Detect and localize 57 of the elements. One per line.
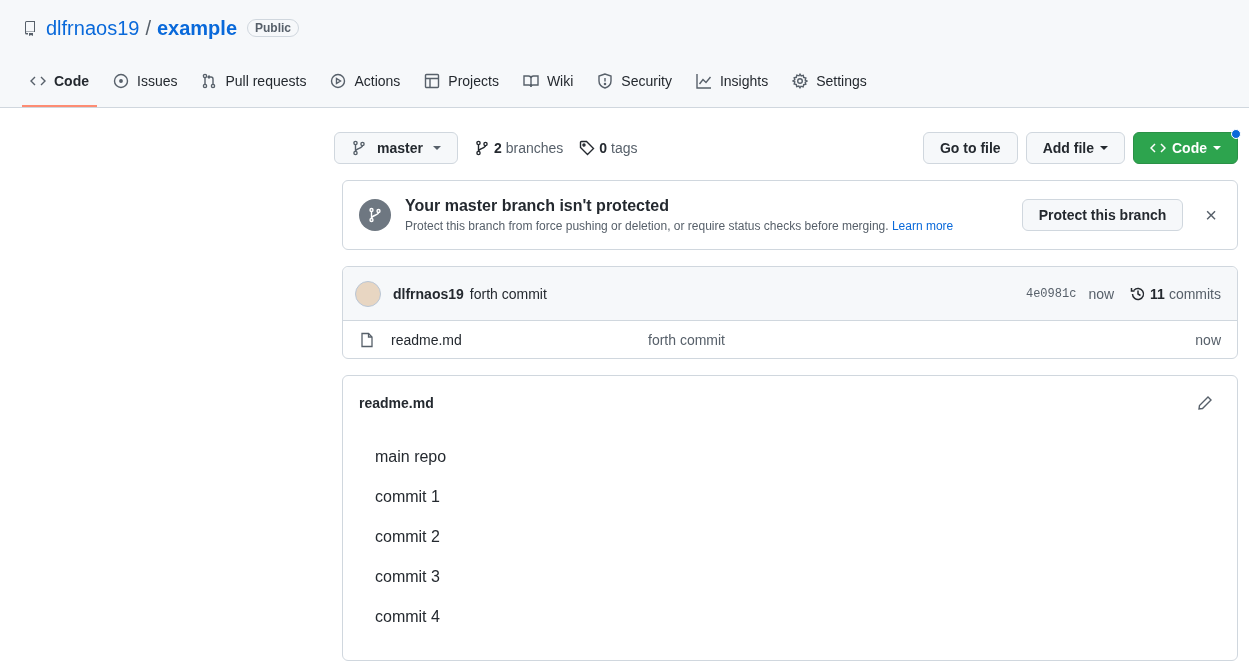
file-commit-message[interactable]: forth commit: [648, 331, 1196, 348]
nav-tab[interactable]: Projects: [416, 56, 507, 107]
avatar: [355, 280, 381, 307]
branch-icon: [351, 140, 367, 156]
branches-link[interactable]: 2 branches: [473, 140, 564, 156]
commit-message[interactable]: forth commit: [469, 285, 547, 302]
nav-tab[interactable]: Wiki: [514, 56, 582, 107]
play-icon: [330, 72, 347, 89]
protect-branch-button[interactable]: Protect this branch: [1021, 199, 1184, 231]
file-name-link[interactable]: readme.md: [391, 331, 648, 348]
caret-icon: [1100, 146, 1108, 150]
readme-paragraph: commit 4: [375, 607, 441, 627]
nav-tab[interactable]: Code: [22, 56, 97, 107]
repo-name-link[interactable]: example: [156, 16, 238, 40]
branch-select-button[interactable]: master: [334, 132, 458, 164]
readme-title: readme.md: [359, 395, 434, 411]
file-time: now: [1195, 331, 1221, 348]
nav-tab[interactable]: Actions: [322, 56, 409, 107]
circle-dot-icon: [113, 72, 129, 89]
notice-title: Your master branch isn't protected: [405, 197, 670, 215]
caret-icon: [432, 146, 441, 150]
readme-paragraph: commit 3: [375, 567, 441, 587]
graph-icon: [695, 72, 712, 89]
nav-tab[interactable]: Settings: [784, 56, 875, 107]
nav-tab[interactable]: Pull requests: [193, 56, 315, 107]
book-icon: [522, 72, 539, 89]
shield-icon: [597, 72, 614, 89]
repo-icon: [22, 20, 38, 36]
add-file-button[interactable]: Add file: [1025, 132, 1125, 164]
commit-time: now: [1088, 285, 1115, 302]
caret-icon: [1213, 146, 1221, 150]
nav-tab[interactable]: Security: [589, 56, 680, 107]
history-icon: [1130, 285, 1147, 302]
owner-link[interactable]: dlfrnaos19: [46, 16, 140, 40]
commit-sha[interactable]: 4e0981c: [1025, 286, 1077, 301]
readme-paragraph: commit 2: [375, 527, 441, 547]
branch-icon: [473, 140, 490, 156]
path-separator: /: [145, 16, 151, 40]
readme-paragraph: main repo: [375, 447, 448, 467]
commits-link[interactable]: 11 commits: [1130, 285, 1221, 302]
file-icon: [359, 331, 375, 348]
learn-more-link[interactable]: Learn more: [891, 219, 954, 233]
notification-dot: [1231, 129, 1241, 139]
gear-icon: [792, 72, 809, 89]
notice-text: Protect this branch from force pushing or deletion, or require status checks before merging.: [405, 219, 889, 233]
table-icon: [424, 72, 441, 89]
branch-icon: [359, 199, 391, 231]
go-to-file-button[interactable]: Go to file: [923, 132, 1018, 164]
pull-request-icon: [201, 72, 218, 89]
close-button[interactable]: ×: [1201, 203, 1221, 227]
nav-tab[interactable]: Issues: [105, 56, 186, 107]
tag-icon: [579, 140, 596, 156]
nav-tab[interactable]: Insights: [687, 56, 777, 107]
pencil-icon[interactable]: [1197, 395, 1213, 411]
tags-link[interactable]: 0 tags: [579, 140, 638, 156]
readme-paragraph: commit 1: [375, 487, 441, 507]
commit-author[interactable]: dlfrnaos19: [393, 285, 464, 302]
